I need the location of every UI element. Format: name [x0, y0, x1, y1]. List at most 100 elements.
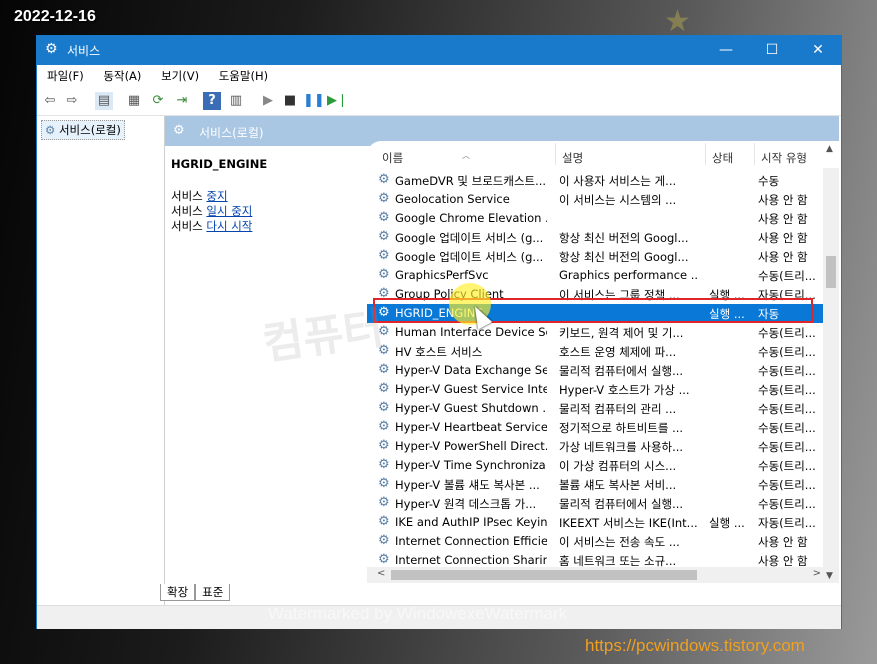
forward-arrow-icon[interactable]: ⇨ — [63, 92, 81, 110]
service-description: 이 서비스는 시스템의 ... — [559, 193, 677, 207]
title-bar[interactable]: ⚙ 서비스 — ☐ ✕ — [37, 36, 841, 65]
service-description: 키보드, 원격 제어 및 기... — [559, 326, 684, 340]
gear-icon: ⚙ — [378, 552, 390, 567]
gear-icon: ⚙ — [378, 400, 390, 415]
column-divider[interactable] — [555, 143, 556, 165]
service-name: Hyper-V 볼륨 섀도 복사본 ... — [395, 478, 540, 492]
table-row[interactable]: ⚙ Human Interface Device Se... 키보드, 원격 제어 … — [367, 323, 823, 342]
table-row[interactable]: ⚙ Hyper-V Data Exchange Se... 물리적 컴퓨터에서 실행… — [367, 361, 823, 380]
table-row[interactable]: ⚙ Hyper-V Time Synchroniza... 이 가상 컴퓨터의 시스… — [367, 456, 823, 475]
service-description: 항상 최신 버전의 Googl... — [559, 250, 689, 264]
table-row[interactable]: ⚙ GraphicsPerfSvc Graphics performance ...… — [367, 266, 823, 285]
table-row[interactable]: ⚙ Hyper-V Guest Service Inte... Hyper-V 호스… — [367, 380, 823, 399]
column-header-name[interactable]: 이름 — [382, 150, 403, 166]
service-startup-type: 사용 안 함 — [758, 535, 808, 549]
scroll-left-icon[interactable]: < — [377, 568, 385, 579]
service-description: Hyper-V 호스트가 가상 ... — [559, 383, 690, 397]
tab-extended[interactable]: 확장 — [160, 584, 196, 601]
stop-service-icon[interactable]: ■ — [281, 92, 299, 110]
service-description: 이 가상 컴퓨터의 시스... — [559, 459, 677, 473]
service-name: Human Interface Device Se... — [395, 325, 547, 339]
table-row[interactable]: ⚙ Google 업데이트 서비스 (g... 항상 최신 버전의 Googl...… — [367, 228, 823, 247]
properties-icon[interactable]: ▦ — [125, 92, 143, 110]
column-divider[interactable] — [705, 143, 706, 165]
horizontal-scrollbar[interactable]: < > — [367, 567, 823, 583]
column-header-description[interactable]: 설명 — [562, 150, 583, 166]
service-description: 이 서비스는 전송 속도 ... — [559, 535, 680, 549]
minimize-button[interactable]: — — [703, 36, 749, 65]
console-tree-icon[interactable]: ▤ — [95, 92, 113, 110]
table-row[interactable]: ⚙ IKE and AuthIP IPsec Keyin... IKEEXT 서비스… — [367, 513, 823, 532]
service-name: Hyper-V Guest Shutdown ... — [395, 401, 547, 415]
service-startup-type: 수동(트리... — [758, 402, 816, 416]
menu-action[interactable]: 동작(A) — [103, 65, 141, 84]
view-icon[interactable]: ▥ — [227, 92, 245, 110]
service-name: Hyper-V PowerShell Direct... — [395, 439, 547, 453]
scroll-down-icon[interactable]: ▼ — [826, 571, 833, 581]
stop-service-link[interactable]: 중지 — [206, 189, 227, 203]
date-stamp: 2022-12-16 — [14, 8, 96, 25]
table-row[interactable]: ⚙ Hyper-V Heartbeat Service 정기적으로 하트비트를 ..… — [367, 418, 823, 437]
column-header-startup[interactable]: 시작 유형 — [761, 150, 807, 166]
service-startup-type: 수동(트리... — [758, 364, 816, 378]
restart-service-icon[interactable]: ▶❘ — [327, 92, 348, 110]
table-row[interactable]: ⚙ Hyper-V 볼륨 섀도 복사본 ... 볼륨 섀도 복사본 서비... 수동(… — [367, 475, 823, 494]
gear-icon: ⚙ — [378, 514, 390, 529]
table-row[interactable]: ⚙ Google Chrome Elevation ... 사용 안 함 — [367, 209, 823, 228]
service-description: 정기적으로 하트비트를 ... — [559, 421, 684, 435]
column-header-status[interactable]: 상태 — [712, 150, 733, 166]
export-list-icon[interactable]: ⇥ — [173, 92, 191, 110]
gear-icon: ⚙ — [378, 267, 390, 282]
service-name: GraphicsPerfSvc — [395, 268, 489, 282]
gear-icon: ⚙ — [378, 381, 390, 396]
table-row[interactable]: ⚙ HV 호스트 서비스 호스트 운영 체제에 파... 수동(트리... — [367, 342, 823, 361]
pause-service-link[interactable]: 일시 중지 — [206, 204, 252, 218]
table-row[interactable]: ⚙ Hyper-V Guest Shutdown ... 물리적 컴퓨터의 관리 .… — [367, 399, 823, 418]
maximize-button[interactable]: ☐ — [749, 36, 795, 65]
table-row[interactable]: ⚙ Hyper-V 원격 데스크톱 가... 물리적 컴퓨터에서 실행... 수동(트… — [367, 494, 823, 513]
gear-icon: ⚙ — [378, 191, 390, 206]
service-name: Hyper-V Guest Service Inte... — [395, 382, 547, 396]
table-row[interactable]: ⚙ GameDVR 및 브로드캐스트... 이 사용자 서비스는 게... 수동 — [367, 171, 823, 190]
gear-icon: ⚙ — [378, 419, 390, 434]
menu-view[interactable]: 보기(V) — [161, 65, 199, 84]
column-divider[interactable] — [754, 143, 755, 165]
menu-file[interactable]: 파일(F) — [47, 65, 84, 84]
window-title: 서비스 — [67, 44, 101, 58]
service-startup-type: 사용 안 함 — [758, 231, 808, 245]
pause-service-icon[interactable]: ❚❚ — [303, 92, 325, 110]
scroll-thumb[interactable] — [391, 570, 697, 580]
gear-icon: ⚙ — [173, 123, 185, 138]
table-row[interactable]: ⚙ Google 업데이트 서비스 (g... 항상 최신 버전의 Googl...… — [367, 247, 823, 266]
service-description: 물리적 컴퓨터에서 실행... — [559, 497, 684, 511]
table-row[interactable]: ⚙ Geolocation Service 이 서비스는 시스템의 ... 사용 안 … — [367, 190, 823, 209]
close-button[interactable]: ✕ — [795, 36, 841, 65]
tab-standard[interactable]: 표준 — [195, 584, 231, 601]
back-arrow-icon[interactable]: ⇦ — [41, 92, 59, 110]
gear-icon: ⚙ — [378, 495, 390, 510]
star-decoration: ★ — [664, 4, 691, 39]
start-service-icon[interactable]: ▶ — [259, 92, 277, 110]
refresh-icon[interactable]: ⟳ — [149, 92, 167, 110]
help-icon[interactable]: ? — [203, 92, 221, 110]
restart-service-link[interactable]: 다시 시작 — [206, 219, 252, 233]
service-startup-type: 수동(트리... — [758, 497, 816, 511]
scroll-up-icon[interactable]: ▲ — [826, 144, 833, 154]
console-tree: ⚙ 서비스(로컬) — [37, 116, 165, 605]
service-name: HV 호스트 서비스 — [395, 345, 483, 359]
service-description: 볼륨 섀도 복사본 서비... — [559, 478, 677, 492]
service-name: Hyper-V 원격 데스크톱 가... — [395, 497, 537, 511]
services-list: ︿ 이름 설명 상태 시작 유형 ⚙ GameDVR 및 브로드캐스트... 이 사… — [367, 141, 839, 583]
service-name: Google 업데이트 서비스 (g... — [395, 250, 544, 264]
scroll-thumb[interactable] — [826, 256, 836, 288]
service-startup-type: 수동(트리... — [758, 478, 816, 492]
tree-item-services-local[interactable]: ⚙ 서비스(로컬) — [41, 120, 125, 140]
menu-help[interactable]: 도움말(H) — [219, 65, 268, 84]
service-name: Internet Connection Sharin... — [395, 553, 547, 567]
table-row[interactable]: ⚙ Hyper-V PowerShell Direct... 가상 네트워크를 사용… — [367, 437, 823, 456]
service-description: IKEEXT 서비스는 IKE(Int... — [559, 516, 698, 530]
service-description: 이 사용자 서비스는 게... — [559, 174, 677, 188]
table-row[interactable]: ⚙ Internet Connection Efficie... 이 서비스는 전송… — [367, 532, 823, 551]
vertical-scrollbar[interactable]: ▲ ▼ — [823, 144, 839, 583]
scroll-right-icon[interactable]: > — [813, 568, 821, 579]
